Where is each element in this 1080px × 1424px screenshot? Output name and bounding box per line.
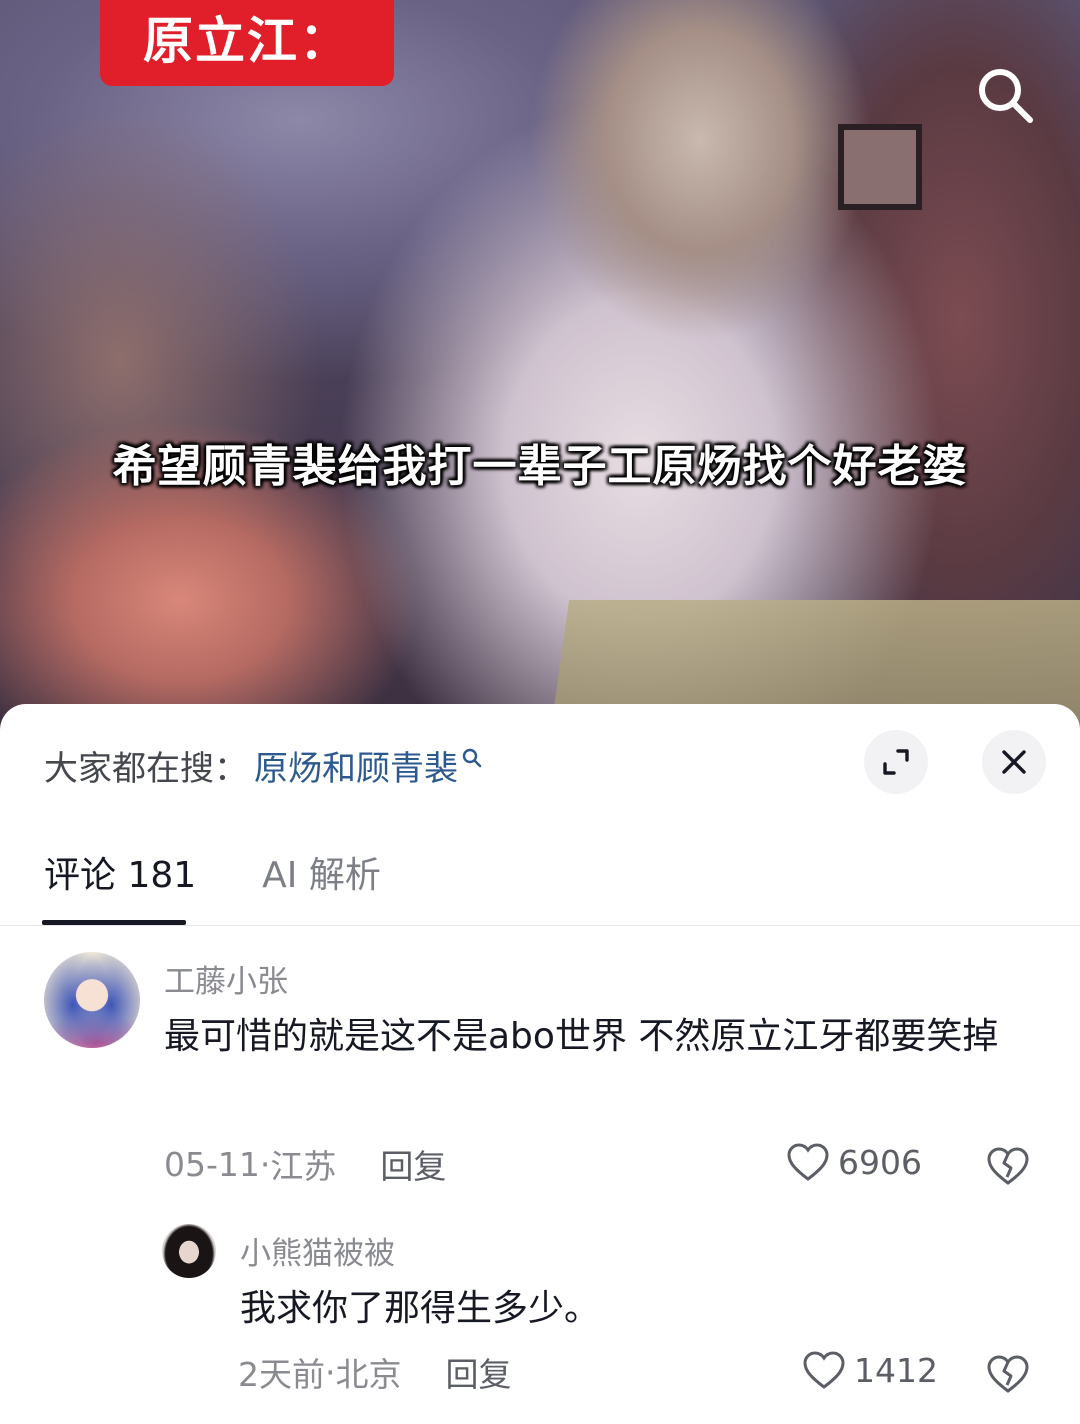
like-count: 6906: [838, 1142, 922, 1182]
search-icon[interactable]: [974, 64, 1036, 126]
comment-username[interactable]: 工藤小张: [164, 956, 288, 1001]
comment-date: 05-11: [164, 1144, 260, 1184]
broken-heart-icon[interactable]: [986, 1352, 1030, 1396]
comment-date: 2天前: [238, 1355, 325, 1394]
like-count: 1412: [854, 1350, 938, 1390]
meta-separator: ·: [259, 1144, 271, 1184]
comment-panel: 大家都在搜： 原炀和顾青裴 评论 181 AI 解析 工藤小张 最可惜的就是这不…: [0, 704, 1080, 1424]
reply-button[interactable]: 回复: [380, 1140, 446, 1188]
tab-comments[interactable]: 评论 181: [44, 846, 196, 898]
comment-location: 北京: [335, 1355, 402, 1394]
comment-location: 江苏: [270, 1147, 337, 1186]
heart-icon: [787, 1143, 829, 1181]
expand-icon: [883, 749, 909, 775]
comment-username[interactable]: 小熊猫被被: [240, 1228, 395, 1273]
trending-search-term[interactable]: 原炀和顾青裴: [254, 741, 458, 790]
avatar[interactable]: [162, 1224, 216, 1278]
like-button[interactable]: 1412: [802, 1350, 938, 1390]
video-player[interactable]: 原立江： 希望顾青裴给我打一辈子工原炀找个好老婆: [0, 0, 1080, 730]
close-button[interactable]: [982, 730, 1046, 794]
trending-search-row[interactable]: 大家都在搜： 原炀和顾青裴: [44, 740, 482, 790]
comment-meta: 05-11 · 江苏 回复: [164, 1140, 446, 1188]
comment-text: 我求你了那得生多少。: [240, 1288, 601, 1329]
close-icon: [1002, 750, 1026, 774]
speaker-label-tag: 原立江：: [100, 0, 394, 86]
avatar[interactable]: [44, 952, 140, 1048]
comment-meta: 2天前 · 北京 回复: [238, 1348, 512, 1396]
heart-icon: [803, 1351, 845, 1389]
like-button[interactable]: 6906: [786, 1142, 922, 1182]
trending-search-prefix: 大家都在搜：: [44, 748, 248, 789]
comment-text: 最可惜的就是这不是abo世界 不然原立江牙都要笑掉: [164, 1016, 999, 1057]
search-mini-icon: [462, 748, 482, 768]
reply-button[interactable]: 回复: [446, 1348, 512, 1396]
tab-ai-analysis[interactable]: AI 解析: [262, 846, 381, 898]
meta-separator: ·: [325, 1352, 336, 1392]
video-background-picture-frame: [838, 124, 922, 210]
video-subtitle: 希望顾青裴给我打一辈子工原炀找个好老婆: [112, 441, 968, 492]
broken-heart-icon[interactable]: [986, 1144, 1030, 1188]
comment-tabs: 评论 181 AI 解析: [44, 846, 381, 898]
expand-button[interactable]: [864, 730, 928, 794]
tabs-divider: [0, 925, 1080, 926]
